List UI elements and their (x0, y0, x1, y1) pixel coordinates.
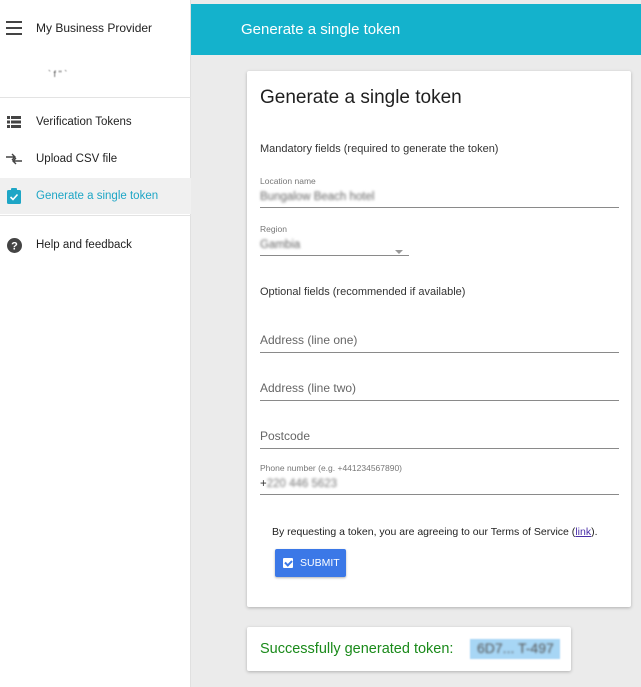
sidebar-item-help[interactable]: ? Help and feedback (0, 227, 191, 263)
menu-icon[interactable] (6, 21, 22, 35)
clipboard-check-icon (6, 188, 22, 204)
submit-button[interactable]: SUBMIT (275, 549, 346, 577)
checkbox-icon (283, 558, 293, 568)
address-line-one-field[interactable]: Address (line one) (260, 333, 619, 353)
address-line-one-placeholder: Address (line one) (260, 333, 358, 347)
top-app-bar: Generate a single token (191, 4, 641, 55)
sidebar-divider (0, 215, 191, 216)
page-title: Generate a single token (241, 21, 401, 38)
success-message: Successfully generated token: (260, 641, 454, 657)
location-name-field[interactable]: Location name Bungalow Beach hotel (260, 176, 619, 208)
phone-prefix: + (260, 478, 267, 490)
list-icon (6, 114, 22, 130)
submit-label: SUBMIT (300, 557, 340, 569)
svg-text:?: ? (11, 240, 18, 252)
region-value: Gambia (260, 239, 301, 251)
app-subtitle: ` f " ` (48, 69, 68, 79)
chevron-down-icon (395, 250, 403, 254)
location-name-label: Location name (260, 176, 316, 186)
terms-link[interactable]: link (575, 526, 591, 538)
address-line-two-placeholder: Address (line two) (260, 381, 357, 395)
mandatory-fields-label: Mandatory fields (required to generate t… (260, 143, 499, 155)
sidebar-item-generate-token[interactable]: Generate a single token (0, 178, 191, 214)
address-line-two-field[interactable]: Address (line two) (260, 381, 619, 401)
success-card: Successfully generated token: 6D7... T-4… (247, 627, 571, 671)
sidebar-item-label: Verification Tokens (36, 116, 132, 128)
sidebar: My Business Provider ` f " ` Verificatio… (0, 0, 191, 687)
region-label: Region (260, 224, 287, 234)
postcode-field[interactable]: Postcode (260, 429, 619, 449)
phone-number-value: 220 446 5623 (266, 478, 338, 490)
sidebar-item-label: Help and feedback (36, 239, 132, 251)
phone-number-label: Phone number (e.g. +441234567890) (260, 463, 403, 473)
help-icon: ? (6, 237, 22, 253)
form-title: Generate a single token (260, 87, 462, 108)
generated-token[interactable]: 6D7... T-497 (477, 640, 554, 656)
optional-fields-label: Optional fields (recommended if availabl… (260, 286, 466, 298)
sidebar-divider (0, 97, 191, 98)
app-title: My Business Provider (36, 21, 153, 35)
postcode-placeholder: Postcode (260, 429, 311, 443)
token-form-card: Generate a single token Mandatory fields… (247, 71, 631, 607)
upload-arrows-icon (6, 151, 22, 167)
sidebar-item-label: Generate a single token (36, 190, 159, 202)
sidebar-item-label: Upload CSV file (36, 153, 118, 165)
region-select[interactable]: Region Gambia (260, 224, 409, 256)
sidebar-item-verification-tokens[interactable]: Verification Tokens (0, 104, 191, 140)
terms-text: By requesting a token, you are agreeing … (272, 526, 598, 538)
phone-number-field[interactable]: Phone number (e.g. +441234567890) +220 4… (260, 463, 619, 495)
location-name-value: Bungalow Beach hotel (260, 191, 375, 203)
sidebar-item-upload-csv[interactable]: Upload CSV file (0, 141, 191, 177)
